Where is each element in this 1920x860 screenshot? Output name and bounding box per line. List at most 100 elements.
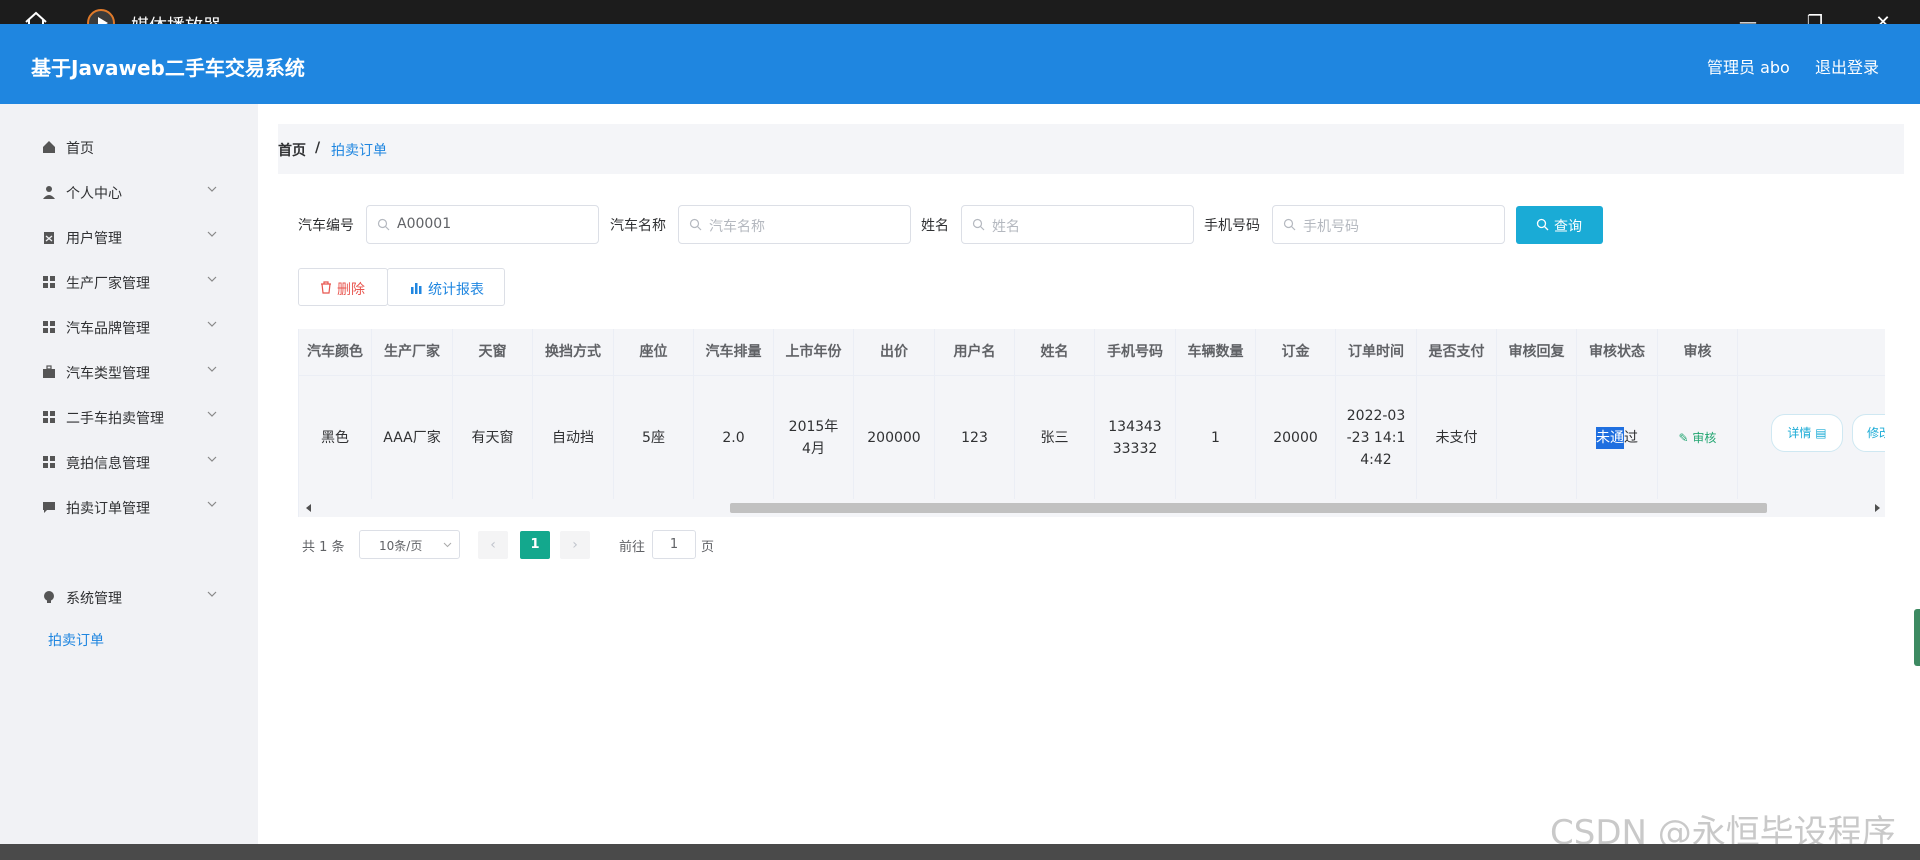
horizontal-scrollbar[interactable] bbox=[299, 499, 1885, 517]
cell-maker: AAA厂家 bbox=[372, 376, 453, 500]
bottom-bar bbox=[0, 844, 1920, 860]
search-icon bbox=[972, 218, 985, 231]
cell-name: 张三 bbox=[1015, 376, 1095, 500]
edit-button[interactable]: 修改 bbox=[1852, 414, 1885, 452]
audit-link-label: 审核 bbox=[1692, 431, 1717, 445]
delete-button[interactable]: 删除 bbox=[298, 268, 388, 306]
user-icon bbox=[43, 186, 55, 199]
search-icon bbox=[1283, 218, 1296, 231]
goto-page-input[interactable]: 1 bbox=[652, 530, 696, 559]
phone-label: 手机号码 bbox=[1204, 218, 1260, 234]
bar-chart-icon bbox=[411, 283, 422, 294]
sidebar-item-label: 首页 bbox=[66, 141, 94, 157]
sidebar-item-label: 汽车品牌管理 bbox=[66, 321, 150, 337]
column-header-actions: 操 bbox=[1738, 329, 1885, 375]
cell-status: 未通过 bbox=[1577, 376, 1658, 500]
chevron-down-icon bbox=[207, 411, 217, 417]
column-header: 用户名 bbox=[935, 329, 1015, 375]
report-button[interactable]: 统计报表 bbox=[387, 268, 505, 306]
detail-button-label: 详情 bbox=[1787, 426, 1812, 440]
car-name-input[interactable]: 汽车名称 bbox=[678, 205, 911, 244]
column-header: 审核状态 bbox=[1577, 329, 1658, 375]
cell-paid: 未支付 bbox=[1417, 376, 1497, 500]
search-button[interactable]: 查询 bbox=[1516, 206, 1603, 244]
sidebar-item-home[interactable]: 首页 bbox=[0, 127, 258, 167]
column-header: 审核回复 bbox=[1497, 329, 1577, 375]
home-icon bbox=[43, 141, 55, 153]
orders-table: 汽车颜色 生产厂家 天窗 换挡方式 座位 汽车排量 上市年份 出价 用户名 姓名… bbox=[298, 329, 1885, 517]
chevron-up-icon bbox=[207, 501, 217, 507]
sidebar-item-profile[interactable]: 个人中心 bbox=[0, 172, 258, 212]
goto-page-suffix: 页 bbox=[701, 540, 715, 555]
next-page-button[interactable]: › bbox=[560, 531, 590, 559]
audit-link[interactable]: ✎ 审核 bbox=[1679, 427, 1717, 449]
cell-year: 2015年4月 bbox=[774, 376, 854, 500]
sidebar-item-brands[interactable]: 汽车品牌管理 bbox=[0, 307, 258, 347]
scroll-left-arrow[interactable] bbox=[306, 504, 311, 512]
chevron-down-icon bbox=[207, 591, 217, 597]
cell-phone: 13434333332 bbox=[1095, 376, 1176, 500]
grid-icon bbox=[43, 276, 55, 288]
cell-reply bbox=[1497, 376, 1577, 500]
column-header: 上市年份 bbox=[774, 329, 854, 375]
cell-username: 123 bbox=[935, 376, 1015, 500]
sidebar-item-label: 个人中心 bbox=[66, 186, 122, 202]
search-button-label: 查询 bbox=[1554, 219, 1582, 235]
chevron-down-icon bbox=[207, 186, 217, 192]
breadcrumb-current: 拍卖订单 bbox=[331, 143, 387, 159]
column-header: 车辆数量 bbox=[1176, 329, 1256, 375]
page-size-value: 10条/页 bbox=[379, 539, 423, 553]
page-number-active[interactable]: 1 bbox=[520, 531, 550, 559]
cell-displacement: 2.0 bbox=[694, 376, 774, 500]
sidebar-item-auctions[interactable]: 二手车拍卖管理 bbox=[0, 397, 258, 437]
car-no-input[interactable]: A00001 bbox=[366, 205, 599, 244]
sidebar-subitem-auction-orders-active[interactable]: 拍卖订单 bbox=[48, 630, 104, 650]
column-header: 生产厂家 bbox=[372, 329, 453, 375]
sidebar-item-users[interactable]: 用户管理 bbox=[0, 217, 258, 257]
column-header: 手机号码 bbox=[1095, 329, 1176, 375]
name-input[interactable]: 姓名 bbox=[961, 205, 1194, 244]
pagination-total: 共 1 条 bbox=[302, 540, 345, 555]
cell-bid: 200000 bbox=[854, 376, 935, 500]
column-header: 是否支付 bbox=[1417, 329, 1497, 375]
cell-quantity: 1 bbox=[1176, 376, 1256, 500]
status-selected-text: 未通 bbox=[1596, 427, 1624, 449]
sidebar-item-car-types[interactable]: 汽车类型管理 bbox=[0, 352, 258, 392]
chevron-down-icon bbox=[207, 321, 217, 327]
scroll-right-arrow[interactable] bbox=[1875, 504, 1880, 512]
app-header: 基于Javaweb二手车交易系统 管理员 abo 退出登录 bbox=[0, 24, 1920, 104]
prev-page-button[interactable]: ‹ bbox=[478, 531, 508, 559]
chevron-down-icon bbox=[207, 366, 217, 372]
column-header: 订单时间 bbox=[1336, 329, 1417, 375]
trash-icon bbox=[321, 281, 331, 294]
search-icon bbox=[377, 218, 390, 231]
status-text: 过 bbox=[1624, 430, 1638, 446]
cell-gearbox: 自动挡 bbox=[533, 376, 614, 500]
phone-placeholder: 手机号码 bbox=[1303, 219, 1359, 235]
car-no-value: A00001 bbox=[397, 216, 452, 232]
column-header: 订金 bbox=[1256, 329, 1336, 375]
sidebar-item-label: 用户管理 bbox=[66, 231, 122, 247]
scroll-thumb[interactable] bbox=[730, 503, 1767, 513]
page-size-select[interactable]: 10条/页 bbox=[359, 530, 460, 559]
logout-link[interactable]: 退出登录 bbox=[1815, 54, 1879, 78]
sidebar: 首页 个人中心 用户管理 生产厂家管理 汽车品牌管理 汽车类型管理 二手车拍卖管… bbox=[0, 104, 258, 844]
sidebar-item-auction-orders[interactable]: 拍卖订单管理 bbox=[0, 487, 258, 527]
grid-icon bbox=[43, 321, 55, 333]
admin-user[interactable]: 管理员 abo bbox=[1707, 54, 1790, 78]
search-icon bbox=[689, 218, 702, 231]
chat-icon bbox=[43, 502, 55, 513]
column-header: 换挡方式 bbox=[533, 329, 614, 375]
search-icon bbox=[1536, 218, 1549, 231]
app-brand: 基于Javaweb二手车交易系统 bbox=[31, 56, 305, 80]
cell-order-time: 2022-03-23 14:14:42 bbox=[1336, 376, 1417, 500]
sidebar-item-bids[interactable]: 竟拍信息管理 bbox=[0, 442, 258, 482]
detail-button[interactable]: 详情 ▤ bbox=[1771, 414, 1843, 452]
side-edge-tab[interactable] bbox=[1914, 609, 1920, 666]
sidebar-item-manufacturers[interactable]: 生产厂家管理 bbox=[0, 262, 258, 302]
sidebar-item-system[interactable]: 系统管理 bbox=[0, 577, 258, 617]
grid-icon bbox=[43, 411, 55, 423]
breadcrumb-home[interactable]: 首页 bbox=[278, 140, 306, 160]
phone-input[interactable]: 手机号码 bbox=[1272, 205, 1505, 244]
clipboard-icon bbox=[44, 232, 54, 244]
